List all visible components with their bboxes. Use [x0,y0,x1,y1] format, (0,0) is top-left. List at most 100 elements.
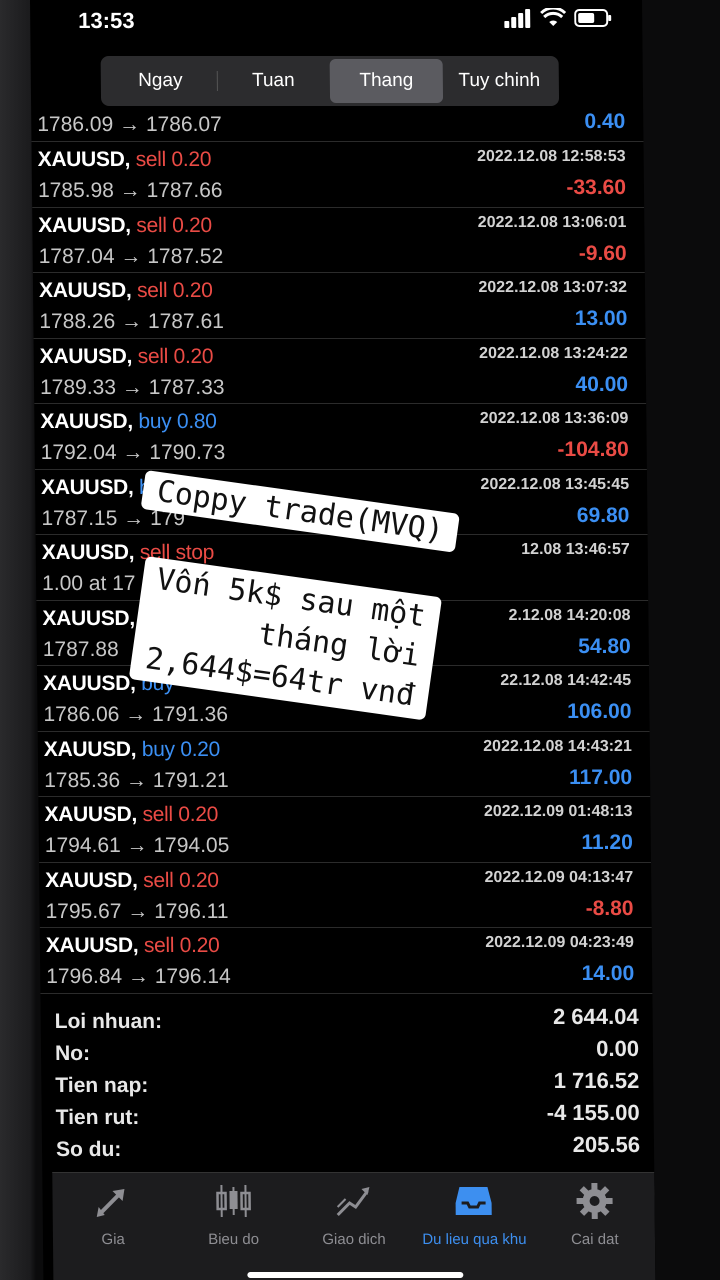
trade-date: 2022.12.08 13:24:22 [479,344,628,362]
tab-gia[interactable]: Gia [52,1173,174,1280]
candlestick-chart-icon [215,1185,251,1217]
summary-row-credit: No: 0.00 [41,1036,653,1068]
symbol-label: XAUUSD, [40,410,133,433]
trade-date: 22.12.08 14:42:45 [500,672,632,689]
summary-row-withdrawal: Tien rut: -4 155.00 [42,1100,654,1132]
trade-prices: 1785.98 → 1787.66 [37,179,223,202]
tab-du-lieu-qua-khu[interactable]: Du lieu qua khu [414,1173,536,1280]
list-item[interactable]: XAUUSD, sell 0.20 2022.12.08 12:58:53 1785… [31,142,645,208]
tab-bieu-do[interactable]: Bieu do [173,1173,295,1280]
symbol-label: XAUUSD, [38,213,131,237]
symbol-label: XAUUSD, [39,344,133,368]
status-icons [504,8,612,28]
trade-date: 2022.12.08 12:58:53 [476,148,626,165]
tab-tuan[interactable]: Tuan [217,59,330,103]
trade-profit: 14.00 [581,962,635,985]
symbol-label: XAUUSD, [44,803,138,826]
summary-value: 1 716.52 [553,1068,640,1093]
trade-profit: 69.80 [576,503,630,527]
summary-row-balance: So du: 205.56 [42,1132,654,1164]
summary-value: 0.00 [596,1036,640,1061]
trade-prices: 1795.67 → 1796.11 [45,899,229,923]
trade-date: 2022.12.09 04:13:47 [484,868,634,886]
tab-ngay[interactable]: Ngay [104,59,217,103]
list-item[interactable]: XAUUSD, sell 0.20 2022.12.08 13:06:01 1787… [32,207,645,273]
symbol-label: XAUUSD, [40,475,134,499]
trade-date: 2022.12.08 13:36:09 [479,410,629,427]
summary-value: 2 644.04 [552,1004,639,1029]
bottom-tab-bar: Gia Bieu do Giao dich Du lieu qua khu Ca… [52,1172,656,1280]
trade-prices: 1787.04 → 1787.52 [38,244,224,268]
tab-label: Gia [101,1231,125,1248]
summary-row-profit: Loi nhuan: 2 644.04 [41,1004,653,1036]
trade-prices: 1794.61 → 1794.05 [44,834,230,857]
trade-profit: -9.60 [578,241,627,265]
tab-label: Giao dich [322,1231,386,1248]
trade-history-list: 1786.09 → 1786.07 0.40 XAUUSD, sell 0.20… [31,110,653,994]
wifi-icon [540,8,567,26]
list-item[interactable]: XAUUSD, buy 0.20 2022.12.08 14:43:21 1785.… [37,731,651,797]
trade-profit: 40.00 [575,372,629,396]
list-item[interactable]: 1786.09 → 1786.07 0.40 [31,110,644,142]
trade-direction: sell 0.20 [143,868,219,892]
trade-prices: 1792.04 → 1790.73 [40,441,226,464]
trade-date: 2022.12.08 13:07:32 [478,279,628,296]
list-item[interactable]: XAUUSD, buy 0.80 2022.12.08 13:36:09 1792.… [34,404,647,470]
summary-panel: Loi nhuan: 2 644.04 No: 0.00 Tien nap: 1… [41,1004,655,1164]
price-arrows-icon [96,1189,125,1217]
trade-prices: 1789.33 → 1787.33 [39,375,225,399]
symbol-label: XAUUSD, [43,672,136,695]
tab-thang[interactable]: Thang [329,59,444,103]
status-bar: 13:53 [30,0,643,48]
summary-label: Tien rut: [55,1106,140,1129]
period-segmented-control: Ngay Tuan Thang Tuy chinh [100,56,560,106]
trade-direction: sell 0.20 [135,148,212,171]
trade-profit: 54.80 [578,634,631,658]
symbol-label: XAUUSD, [41,541,135,564]
symbol-label: XAUUSD, [37,148,131,171]
status-time: 13:53 [78,8,135,33]
trade-date: 2022.12.09 01:48:13 [483,803,633,820]
trade-direction: sell 0.20 [142,803,219,826]
trade-profit: 117.00 [568,765,633,789]
trade-prices: 1796.84 → 1796.14 [46,965,231,988]
tab-label: Cai dat [570,1231,619,1248]
trade-prices: 1.00 at 17 [41,572,136,595]
home-indicator [247,1272,464,1278]
summary-label: Loi nhuan: [54,1010,163,1033]
trade-profit: -33.60 [566,176,627,199]
trade-symbol: XAUUSD, sell 0.20 [46,934,220,958]
trade-profit: -8.80 [585,896,634,920]
trade-direction: sell 0.20 [143,934,220,957]
trade-date: 2022.12.08 13:45:45 [480,475,630,493]
list-item[interactable]: XAUUSD, sell 0.20 2022.12.09 04:13:47 1795… [39,862,652,928]
summary-value: 205.56 [572,1132,641,1157]
summary-row-deposit: Tien nap: 1 716.52 [41,1068,653,1100]
list-item[interactable]: XAUUSD, sell 0.20 2022.12.09 01:48:13 1794… [38,797,652,863]
trade-symbol: XAUUSD, sell 0.20 [38,148,212,172]
tab-tuy-chinh[interactable]: Tuy chinh [443,59,556,103]
trade-profit: 106.00 [567,700,632,723]
list-item[interactable]: XAUUSD, sell 0.20 2022.12.09 04:23:49 1796… [39,928,653,994]
trade-prices: 1787.88 [42,637,119,661]
summary-label: No: [54,1042,91,1065]
summary-label: So du: [55,1138,122,1161]
trade-direction: sell 0.20 [136,213,212,237]
trade-symbol: XAUUSD, sell 0.20 [40,345,214,369]
tab-giao-dich[interactable]: Giao dich [293,1173,415,1280]
tab-label: Bieu do [208,1231,260,1248]
list-item[interactable]: XAUUSD, sell 0.20 2022.12.08 13:24:22 1789… [33,338,647,404]
trade-direction: sell 0.20 [136,279,213,302]
tab-cai-dat[interactable]: Cai dat [534,1173,655,1280]
tab-label: Du lieu qua khu [422,1231,527,1248]
summary-label: Tien nap: [55,1074,149,1097]
battery-icon [574,9,612,27]
symbol-label: XAUUSD, [45,934,139,957]
signal-icon [504,9,531,28]
history-inbox-icon [456,1187,493,1215]
symbol-label: XAUUSD, [42,606,136,630]
trade-date: 2022.12.08 13:06:01 [477,213,627,231]
list-item[interactable]: XAUUSD, sell 0.20 2022.12.08 13:07:32 1788… [32,273,646,339]
trade-direction: buy 0.80 [138,410,217,433]
summary-value: -4 155.00 [546,1100,640,1125]
